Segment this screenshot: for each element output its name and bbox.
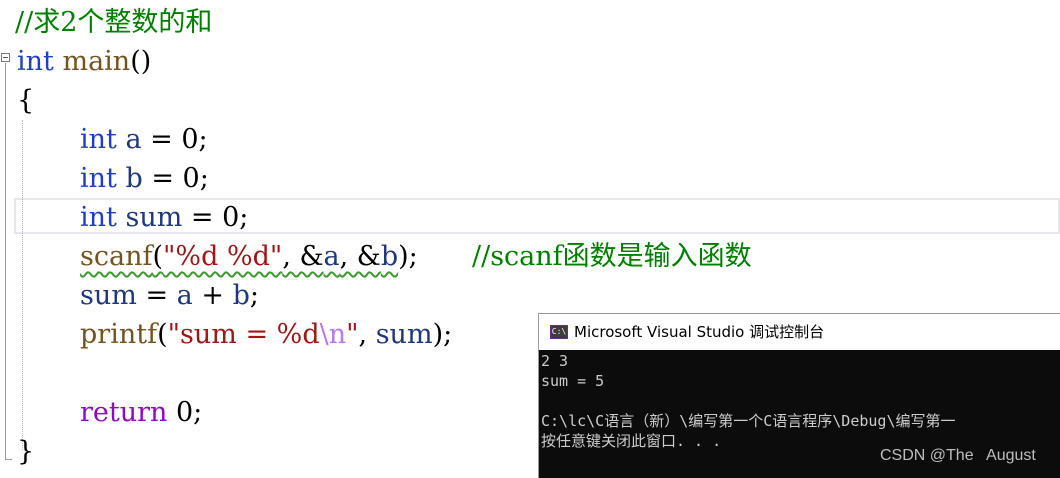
main-signature: int main() [17, 42, 151, 81]
open-brace: { [17, 85, 35, 116]
main-return-type: int [17, 46, 54, 77]
console-line-path: C:\lc\C语言（新）\编写第一个C语言程序\Debug\编写第一 [541, 412, 956, 430]
code-line-decl-sum[interactable]: int sum = 0; [0, 198, 248, 237]
return-keyword: return [80, 397, 168, 428]
scanf-close: ); [398, 241, 418, 272]
scanf-call: scanf("%d %d", &a, &b); [80, 237, 418, 276]
close-brace: } [17, 436, 35, 467]
decl-a-var: a [125, 124, 142, 155]
console-line-input: 2 3 [541, 352, 569, 370]
console-line-result: sum = 5 [541, 372, 605, 390]
decl-sum-type: int [80, 202, 117, 233]
csdn-watermark: CSDN @The August [880, 447, 1036, 464]
assign-b: b [232, 280, 250, 311]
scanf-sep-1: , & [282, 241, 324, 272]
code-line-open-brace[interactable]: { [0, 81, 34, 120]
decl-b: int b = 0; [80, 159, 209, 198]
decl-b-var: b [125, 163, 143, 194]
decl-a-type: int [80, 124, 117, 155]
code-line-return[interactable]: return 0; [0, 393, 202, 432]
scanf-format-string: "%d %d" [163, 241, 283, 272]
printf-function: printf [80, 319, 158, 350]
decl-sum: int sum = 0; [80, 198, 248, 237]
console-title-bar[interactable]: C:\ Microsoft Visual Studio 调试控制台 [539, 314, 1060, 350]
code-line-decl-b[interactable]: int b = 0; [0, 159, 209, 198]
return-statement: return 0; [80, 393, 202, 432]
assign-end: ; [249, 280, 259, 311]
printf-escape: \n [319, 319, 347, 350]
decl-b-type: int [80, 163, 117, 194]
code-line-printf[interactable]: printf("sum = %d\n", sum); [0, 315, 452, 354]
code-line-comment[interactable]: //求2个整数的和 [0, 3, 212, 42]
console-title: Microsoft Visual Studio 调试控制台 [574, 323, 825, 341]
decl-a-init: = 0; [141, 124, 208, 155]
decl-sum-var: sum [125, 202, 183, 233]
printf-open-paren: ( [157, 319, 168, 350]
scanf-open-paren: ( [152, 241, 164, 272]
main-function-name: main [62, 46, 131, 77]
console-app-icon: C:\ [550, 325, 568, 339]
code-line-close-brace[interactable]: } [0, 432, 34, 471]
printf-arg-sum: sum [375, 319, 433, 350]
scanf-sep-2: , & [339, 241, 381, 272]
code-line-main[interactable]: int main() [0, 42, 151, 81]
sum-assignment: sum = a + b; [80, 276, 259, 315]
return-value: 0; [167, 397, 203, 428]
printf-sep: , [358, 319, 376, 350]
printf-format-end: " [346, 319, 359, 350]
printf-format-start: "sum = %d [167, 319, 320, 350]
code-line-scanf[interactable]: scanf("%d %d", &a, &b); //scanf函数是输入函数 [0, 237, 752, 276]
header-comment: //求2个整数的和 [15, 7, 213, 38]
assign-eq: = [136, 280, 177, 311]
code-line-assign[interactable]: sum = a + b; [0, 276, 259, 315]
decl-sum-init: = 0; [182, 202, 249, 233]
assign-plus: + [192, 280, 233, 311]
scanf-arg-b: b [380, 241, 399, 272]
printf-call: printf("sum = %d\n", sum); [80, 315, 452, 354]
main-parens: () [130, 46, 152, 77]
scanf-comment: //scanf函数是输入函数 [472, 241, 752, 272]
decl-a: int a = 0; [80, 120, 208, 159]
scanf-function: scanf [80, 241, 153, 272]
decl-b-init: = 0; [142, 163, 209, 194]
scanf-arg-a: a [323, 241, 340, 272]
assign-a: a [176, 280, 193, 311]
assign-sum: sum [80, 280, 137, 311]
printf-close: ); [432, 319, 453, 350]
code-line-decl-a[interactable]: int a = 0; [0, 120, 208, 159]
console-output[interactable]: 2 3 sum = 5 C:\lc\C语言（新）\编写第一个C语言程序\Debug\… [541, 351, 1060, 451]
